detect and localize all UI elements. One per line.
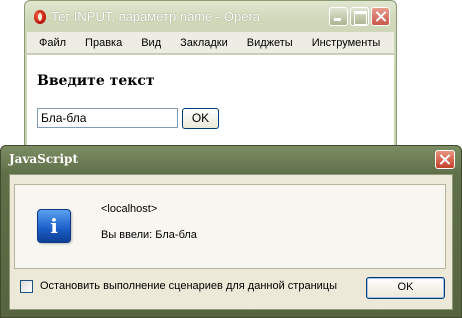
- dialog-host: <localhost>: [101, 203, 158, 215]
- close-button[interactable]: [371, 7, 390, 26]
- page-content: Введите текст Бла-бла OK: [27, 55, 394, 159]
- minimize-button[interactable]: [329, 7, 348, 26]
- javascript-dialog: JavaScript i <localhost> Вы ввели: Бла-б…: [0, 145, 462, 318]
- menu-widgets[interactable]: Виджеты: [247, 37, 293, 49]
- dialog-close-button[interactable]: [435, 150, 455, 169]
- page-heading: Введите текст: [37, 73, 155, 89]
- stop-scripts-checkbox[interactable]: [20, 280, 33, 293]
- dialog-body: i <localhost> Вы ввели: Бла-бла Останови…: [9, 174, 453, 310]
- window-title: Тег INPUT, параметр name - Opera: [51, 9, 261, 24]
- opera-window: Тег INPUT, параметр name - Opera Файл Пр…: [24, 0, 397, 160]
- dialog-message: Вы ввели: Бла-бла: [101, 229, 197, 241]
- maximize-button[interactable]: [350, 7, 369, 26]
- screen: Тег INPUT, параметр name - Opera Файл Пр…: [0, 0, 462, 318]
- menu-view[interactable]: Вид: [141, 37, 161, 49]
- window-controls: [329, 7, 390, 26]
- menu-bookmarks[interactable]: Закладки: [180, 37, 228, 49]
- dialog-ok-button[interactable]: OK: [366, 277, 445, 299]
- menu-edit[interactable]: Правка: [85, 37, 122, 49]
- text-input[interactable]: Бла-бла: [37, 108, 178, 128]
- submit-button[interactable]: OK: [182, 108, 219, 129]
- opera-logo-icon: [34, 10, 46, 24]
- title-bar[interactable]: Тег INPUT, параметр name - Opera: [25, 1, 396, 33]
- stop-scripts-label[interactable]: Остановить выполнение сценариев для данн…: [40, 280, 337, 292]
- message-panel: i <localhost> Вы ввели: Бла-бла: [14, 184, 446, 269]
- info-icon: i: [37, 209, 71, 243]
- menu-file[interactable]: Файл: [39, 37, 66, 49]
- menu-bar: Файл Правка Вид Закладки Виджеты Инструм…: [27, 32, 394, 54]
- menu-tools[interactable]: Инструменты: [312, 37, 381, 49]
- dialog-title: JavaScript: [9, 152, 78, 166]
